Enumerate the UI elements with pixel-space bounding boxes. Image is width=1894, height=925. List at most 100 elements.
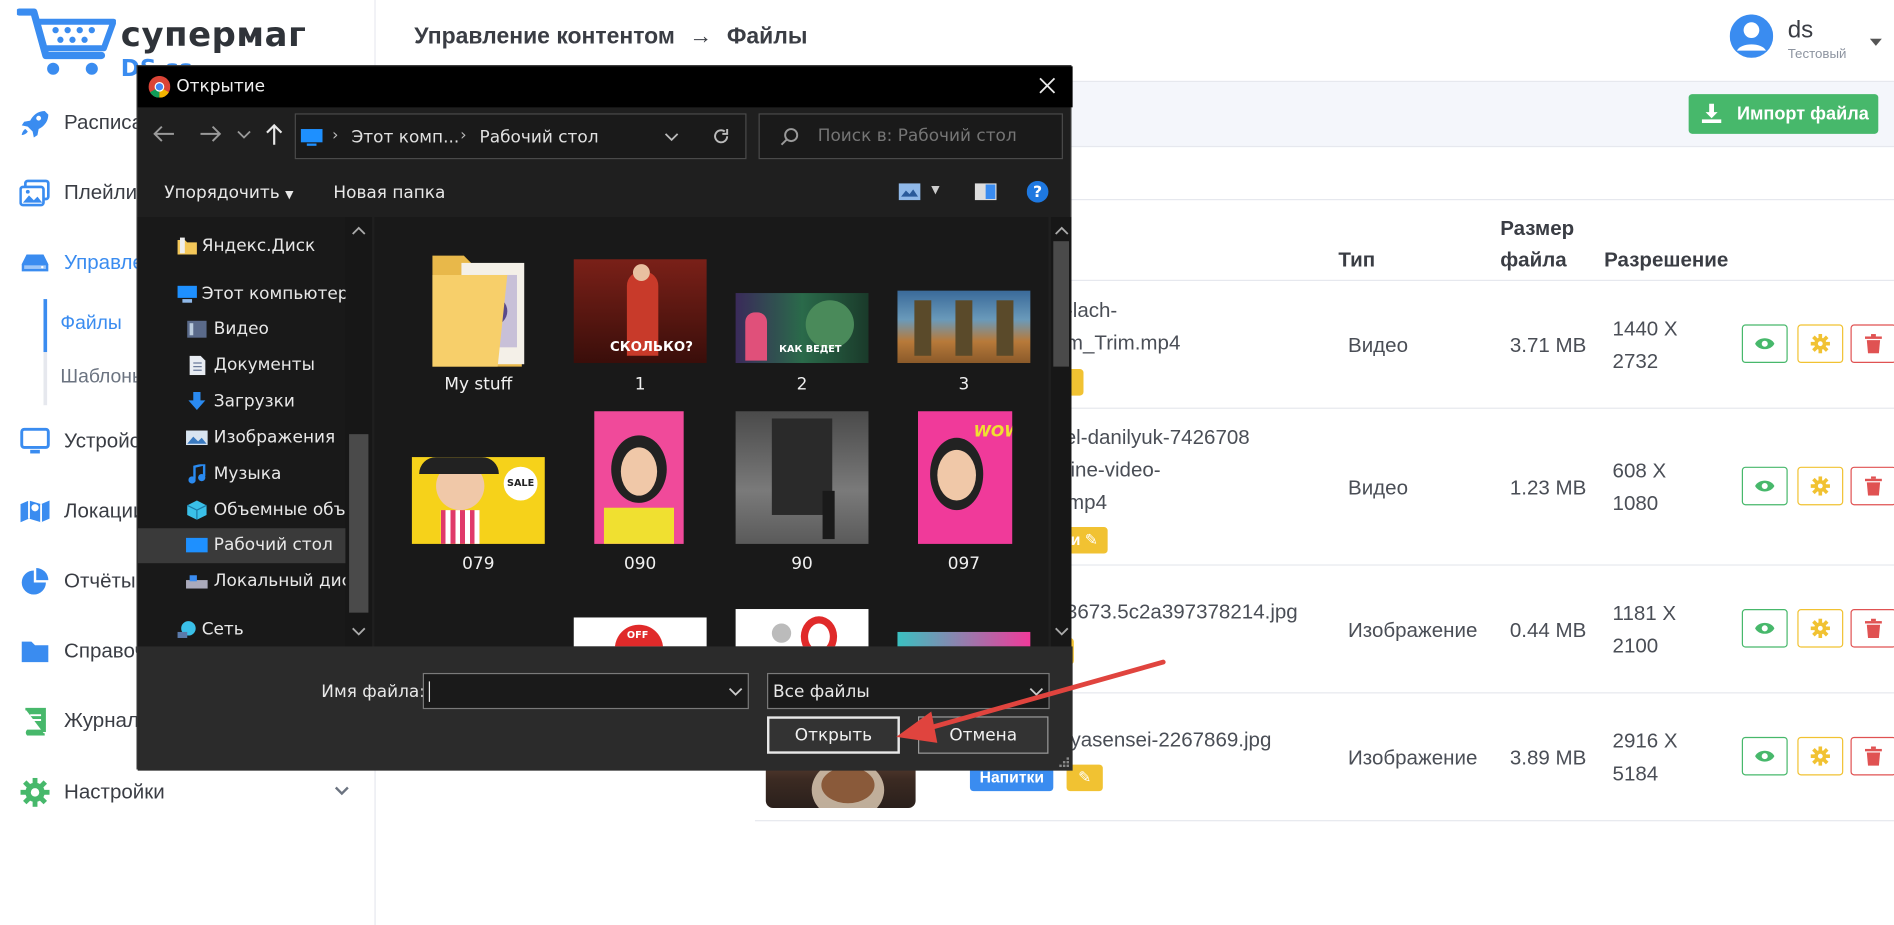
tree-item-network[interactable]: Сеть [138,613,346,647]
back-arrow-icon[interactable] [152,124,176,143]
scrollbar-thumb[interactable] [349,434,369,613]
sidebar-item-settings[interactable]: Настройки [0,768,376,816]
dialog-toolbar: Упорядочить ▼ Новая папка ▼ ? [138,170,1073,216]
tree-item-label: Этот компьютер [201,284,349,304]
settings-button[interactable] [1797,324,1844,364]
filename-input[interactable] [422,672,749,710]
download-icon [1701,103,1722,124]
sidebar-item-label: Настройки [64,780,165,804]
grid-scrollbar[interactable] [1050,217,1072,647]
tree-scrollbar[interactable] [345,217,373,647]
documents-icon [189,355,206,376]
chevron-down-icon [1029,687,1044,696]
scrollbar-thumb[interactable] [1053,241,1069,367]
file-name-line: ).mp4 [1054,490,1108,514]
address-bar[interactable]: › Этот комп... › Рабочий стол [294,113,747,160]
map-icon [20,500,50,523]
organize-menu[interactable]: Упорядочить ▼ [164,183,293,202]
avatar-icon [1729,14,1774,58]
tree-item-downloads[interactable]: Загрузки [138,385,346,420]
delete-button[interactable] [1850,609,1894,648]
help-icon[interactable]: ? [1026,180,1049,203]
forward-arrow-icon[interactable] [198,124,222,143]
view-mode-icon[interactable] [898,183,921,201]
preview-pane-icon[interactable] [974,183,997,201]
filetype-select[interactable]: Все файлы [767,672,1050,710]
tree-item-documents[interactable]: Документы [138,349,346,384]
resolution-height: 2732 [1612,349,1659,373]
active-indicator [43,299,48,353]
file-type: Видео [1348,476,1409,500]
scroll-down-icon[interactable] [351,627,366,637]
delete-button[interactable] [1850,736,1894,776]
dialog-search-box[interactable] [758,113,1063,160]
tree-item-music[interactable]: Музыка [138,457,346,492]
filetype-value: Все файлы [773,682,870,702]
resolution-height: 2100 [1612,634,1659,658]
tree-item-local-disk[interactable]: Локальный диск [138,564,361,599]
settings-button[interactable] [1797,609,1844,648]
recent-dropdown-icon[interactable] [237,130,251,140]
resolution-width: 2916 X [1612,729,1678,753]
tree-item-yandex-disk[interactable]: Яндекс.Диск [138,229,346,264]
tree-item-desktop[interactable]: Рабочий стол [137,528,346,564]
view-button[interactable] [1741,736,1788,776]
video-folder-icon [187,320,207,338]
column-header-type[interactable]: Тип [1338,245,1375,276]
tree-item-3d-objects[interactable]: Объемные объе [138,493,356,528]
scroll-up-icon[interactable] [1054,226,1069,236]
scroll-up-icon[interactable] [351,226,366,236]
thumbnail [735,411,869,544]
breadcrumb-parent[interactable]: Управление контентом [414,24,675,49]
user-menu[interactable]: ds Тестовый [1725,12,1894,67]
text-cursor [428,681,431,702]
chevron-down-icon[interactable] [664,133,679,143]
path-segment[interactable]: Этот комп... [351,128,459,147]
settings-button[interactable] [1797,466,1844,506]
path-segment[interactable]: Рабочий стол [480,128,599,147]
breadcrumb-current: Файлы [726,24,808,50]
tree-item-label: Загрузки [213,391,295,412]
sidebar-item-label: Локации [64,499,145,523]
delete-button[interactable] [1850,466,1894,506]
navigation-pane: Яндекс.Диск Этот компьютер Видео Докумен… [137,217,373,647]
chevron-down-icon[interactable] [728,687,743,697]
cart-logo-icon [16,8,116,75]
tree-item-label: Видео [213,319,269,339]
column-header-size[interactable]: Размер файла [1500,213,1574,276]
delete-button[interactable] [1850,324,1894,364]
cancel-button[interactable]: Отмена [918,716,1049,754]
settings-button[interactable] [1797,736,1844,776]
thumbnail-caption: WOW [973,423,1013,442]
tree-item-video[interactable]: Видео [138,312,346,347]
import-file-button[interactable]: Импорт файла [1688,94,1879,134]
refresh-icon[interactable] [711,127,730,146]
view-button[interactable] [1741,324,1788,364]
chevron-down-icon[interactable] [333,785,350,797]
view-dropdown-icon[interactable]: ▼ [931,185,939,197]
monitor-icon [20,427,50,454]
view-button[interactable] [1741,609,1788,648]
column-header-resolution[interactable]: Разрешение [1604,245,1728,276]
file-size: 3.71 MB [1509,334,1587,357]
tree-item-label: Яндекс.Диск [201,236,316,256]
eye-icon [1755,622,1775,634]
user-name: ds [1787,16,1814,44]
new-folder-button[interactable]: Новая папка [333,183,445,202]
tree-item-label: Локальный диск [213,571,362,591]
indicator [43,352,48,406]
resize-grip-icon[interactable] [1058,756,1070,768]
file-type: Видео [1348,334,1409,357]
tree-item-this-pc[interactable]: Этот компьютер [138,277,349,312]
scroll-down-icon[interactable] [1054,627,1069,637]
gear-icon [1810,618,1830,638]
dialog-search-input[interactable] [817,126,1048,146]
up-arrow-icon[interactable] [265,122,284,146]
close-icon[interactable] [1038,76,1057,95]
view-button[interactable] [1741,466,1788,506]
tree-item-label: Документы [213,355,315,376]
dialog-title-bar[interactable]: Открытие [137,66,1073,108]
3d-objects-icon [186,500,207,520]
tree-item-pictures[interactable]: Изображения [138,421,346,456]
open-button[interactable]: Открыть [767,716,900,754]
